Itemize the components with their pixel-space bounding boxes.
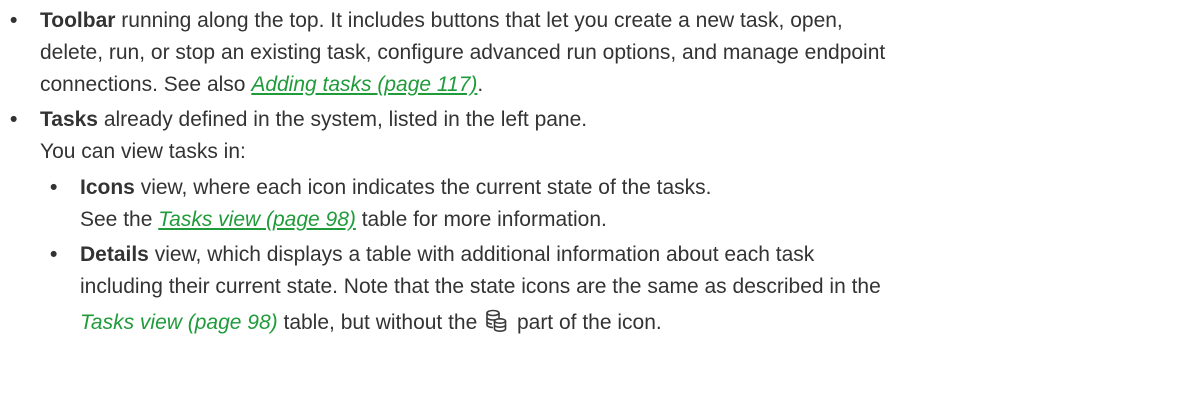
term-tasks: Tasks (40, 108, 98, 131)
details-line-2: including their current state. Note that… (80, 275, 881, 298)
icons-line-1: Icons view, where each icon indicates th… (80, 176, 712, 199)
bullet-dot: • (10, 9, 18, 32)
bullet-dot: • (50, 176, 58, 199)
toolbar-line-1: Toolbar running along the top. It includ… (40, 9, 843, 32)
bullet-dot: • (10, 108, 18, 131)
list-item-tasks: • Tasks already defined in the system, l… (0, 104, 1183, 343)
details-line-3: Tasks view (page 98) table, but without … (80, 307, 1183, 343)
bullet-dot: • (50, 243, 58, 266)
icons-line-2: See the Tasks view (page 98) table for m… (80, 208, 607, 231)
term-icons: Icons (80, 176, 135, 199)
toolbar-line-2: delete, run, or stop an existing task, c… (40, 41, 886, 64)
tasks-line-2: You can view tasks in: (40, 140, 246, 163)
list-item-details-view: • Details view, which displays a table w… (0, 239, 1183, 343)
term-details: Details (80, 243, 149, 266)
toolbar-line-3: connections. See also Adding tasks (page… (40, 73, 484, 96)
term-toolbar: Toolbar (40, 9, 116, 32)
list-item-icons-view: • Icons view, where each icon indicates … (0, 172, 1183, 236)
link-tasks-view[interactable]: Tasks view (page 98) (158, 208, 356, 231)
bullet-list: • Toolbar running along the top. It incl… (0, 5, 1183, 346)
tasks-line-1: Tasks already defined in the system, lis… (40, 108, 588, 131)
list-item-toolbar: • Toolbar running along the top. It incl… (0, 5, 1183, 101)
document-page: • Toolbar running along the top. It incl… (0, 0, 1183, 405)
link-adding-tasks[interactable]: Adding tasks (page 117) (251, 73, 477, 96)
sub-bullet-list: • Icons view, where each icon indicates … (0, 172, 1183, 343)
link-tasks-view-2[interactable]: Tasks view (page 98) (80, 311, 278, 334)
details-line-1: Details view, which displays a table wit… (80, 243, 815, 266)
database-icon (485, 309, 507, 343)
